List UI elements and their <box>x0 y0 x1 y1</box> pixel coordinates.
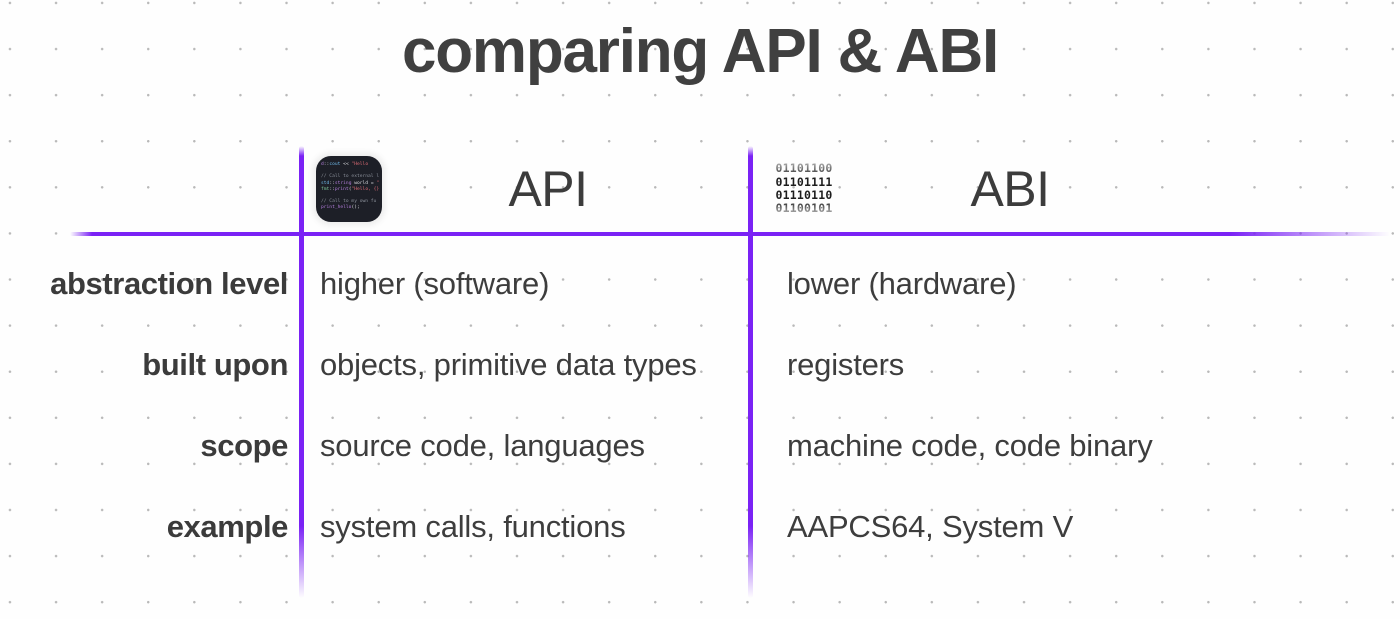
binary-digits-icon: 01101100 01101111 01110110 01100101 <box>765 161 843 216</box>
cell-api-scope: source code, languages <box>320 428 645 463</box>
page-title: comparing API & ABI <box>401 17 999 86</box>
table-row: built upon objects, primitive data types… <box>0 325 1400 405</box>
binary-thumbnail-graphic: 01101100 01101111 01110110 01100101 <box>765 161 843 216</box>
table-row: abstraction level higher (software) lowe… <box>0 244 1400 324</box>
cell-api-built-upon: objects, primitive data types <box>320 347 697 382</box>
binary-line-4: 01100101 <box>775 201 833 216</box>
row-label-abstraction-level: abstraction level <box>50 266 288 301</box>
code-thumbnail-graphic: d::cout << "Hello // Call to external l … <box>316 156 382 222</box>
table-row: scope source code, languages machine cod… <box>0 406 1400 486</box>
binary-line-3: 01110110 <box>775 188 833 202</box>
row-label-built-upon: built upon <box>142 347 288 382</box>
cell-api-example: system calls, functions <box>320 509 626 544</box>
column-header-api: d::cout << "Hello // Call to external l … <box>304 148 748 230</box>
cell-abi-scope: machine code, code binary <box>787 428 1153 463</box>
row-label-example: example <box>166 509 289 544</box>
column-header-abi: 01101100 01101111 01110110 01100101 ABI <box>753 148 1197 230</box>
horizontal-divider <box>70 232 1390 236</box>
row-label-scope: scope <box>200 428 288 463</box>
cell-abi-example: AAPCS64, System V <box>787 509 1074 544</box>
cell-abi-abstraction-level: lower (hardware) <box>787 266 1017 301</box>
binary-line-2: 01101111 <box>775 174 833 189</box>
cell-abi-built-upon: registers <box>787 347 905 382</box>
comparison-slide: comparing API & ABI d::cout << "Hello //… <box>0 0 1400 619</box>
table-row: example system calls, functions AAPCS64,… <box>0 487 1400 567</box>
column-title-api: API <box>508 161 588 217</box>
code-snippet-thumbnail-icon: d::cout << "Hello // Call to external l … <box>316 156 382 222</box>
cell-api-abstraction-level: higher (software) <box>320 266 550 301</box>
binary-line-1: 01101100 <box>775 161 833 176</box>
column-title-abi: ABI <box>970 161 1050 217</box>
